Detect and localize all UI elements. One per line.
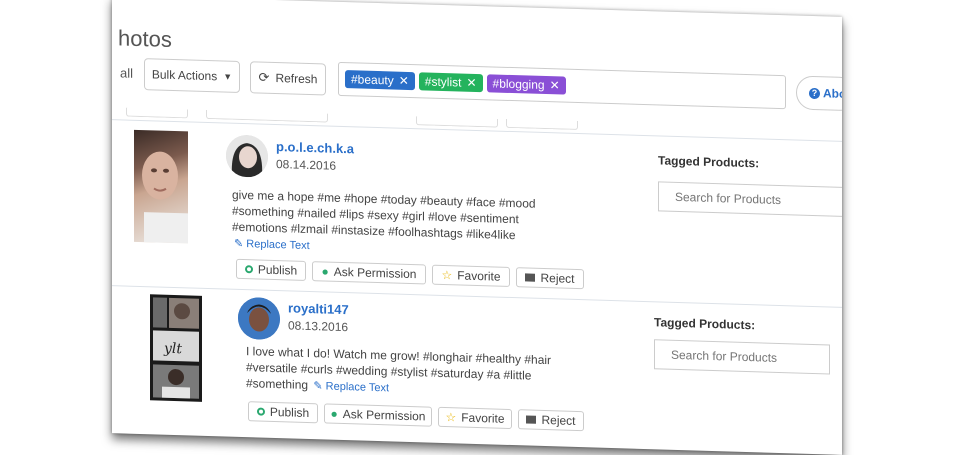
person-icon: ● <box>330 406 338 421</box>
user-avatar[interactable] <box>226 134 268 178</box>
archive-icon <box>526 415 537 424</box>
refresh-label: Refresh <box>275 71 318 87</box>
publish-icon <box>256 407 265 416</box>
publish-button[interactable]: Publish <box>248 401 318 424</box>
reject-label: Reject <box>541 412 576 428</box>
tag-chip-blogging[interactable]: #blogging ✕ <box>486 74 566 95</box>
tagged-products-label: Tagged Products: <box>658 153 760 171</box>
favorite-button[interactable]: ☆ Favorite <box>438 406 512 430</box>
caption-text: I love what I do! Watch me grow! #longha… <box>246 344 552 392</box>
remove-tag-icon[interactable]: ✕ <box>399 74 409 88</box>
photos-panel: hotos all Bulk Actions ▼ ⟳ Refresh #beau… <box>112 0 842 455</box>
avatar-image <box>226 134 268 178</box>
publish-label: Publish <box>257 262 298 278</box>
action-stub <box>206 109 328 123</box>
about-button[interactable]: ? Abo <box>796 75 842 112</box>
help-icon: ? <box>809 87 820 99</box>
replace-text-link[interactable]: ✎ Replace Text <box>234 238 310 252</box>
star-icon: ☆ <box>441 267 453 283</box>
refresh-button[interactable]: ⟳ Refresh <box>250 61 326 96</box>
bulk-actions-button[interactable]: Bulk Actions ▼ <box>144 58 240 93</box>
avatar-image <box>238 296 280 341</box>
post-caption: give me a hope #me #hope #today #beauty … <box>232 187 562 262</box>
ask-permission-label: Ask Permission <box>333 264 417 282</box>
ask-permission-button[interactable]: ● Ask Permission <box>312 261 426 285</box>
action-stub <box>126 107 188 119</box>
reject-button[interactable]: Reject <box>516 267 584 290</box>
favorite-label: Favorite <box>457 268 501 284</box>
tag-chip-beauty[interactable]: #beauty ✕ <box>345 70 415 91</box>
portrait-image <box>142 151 188 244</box>
publish-label: Publish <box>269 404 310 421</box>
caption-text: give me a hope #me #hope #today #beauty … <box>232 187 536 243</box>
about-label: Abo <box>823 86 842 101</box>
svg-text:ylt: ylt <box>163 341 182 358</box>
ask-permission-label: Ask Permission <box>342 407 426 424</box>
username-link[interactable]: p.o.l.e.ch.k.a <box>276 139 354 156</box>
page-title: hotos <box>118 25 172 52</box>
post-date: 08.14.2016 <box>276 157 337 173</box>
remove-tag-icon[interactable]: ✕ <box>466 76 476 90</box>
replace-text-label: Replace Text <box>325 380 390 395</box>
hashtag-filter-input[interactable]: #beauty ✕ #stylist ✕ #blogging ✕ <box>338 61 786 110</box>
tag-chip-stylist[interactable]: #stylist ✕ <box>418 72 483 93</box>
ask-permission-button[interactable]: ● Ask Permission <box>324 403 432 427</box>
filter-all-link[interactable]: all <box>120 65 133 80</box>
favorite-label: Favorite <box>461 410 505 426</box>
product-search-input[interactable] <box>654 339 830 375</box>
post-date: 08.13.2016 <box>288 318 349 335</box>
archive-icon <box>525 273 536 282</box>
remove-tag-icon[interactable]: ✕ <box>550 78 560 92</box>
publish-button[interactable]: Publish <box>236 258 306 281</box>
publish-icon <box>244 265 253 274</box>
post-caption: I love what I do! Watch me grow! #longha… <box>246 343 566 401</box>
action-stub <box>506 118 578 130</box>
bulk-actions-label: Bulk Actions <box>151 67 218 84</box>
replace-text-link[interactable]: ✎ Replace Text <box>313 380 389 394</box>
user-avatar[interactable] <box>238 296 280 341</box>
favorite-button[interactable]: ☆ Favorite <box>432 264 510 287</box>
tagged-products-label: Tagged Products: <box>654 315 756 333</box>
post-card: ylt royalti147 08.13.2016 I love what I … <box>112 285 842 455</box>
product-search-input[interactable] <box>658 181 842 218</box>
person-icon: ● <box>321 264 329 279</box>
username-link[interactable]: royalti147 <box>288 300 349 317</box>
tag-chip-label: #stylist <box>424 74 462 90</box>
tag-chip-label: #beauty <box>351 72 394 88</box>
caret-down-icon: ▼ <box>223 71 233 82</box>
collage-image: ylt <box>153 297 199 399</box>
reject-button[interactable]: Reject <box>518 409 584 432</box>
post-photo[interactable] <box>134 129 188 244</box>
replace-text-label: Replace Text <box>246 238 310 253</box>
refresh-icon: ⟳ <box>258 69 270 85</box>
reject-label: Reject <box>540 270 575 286</box>
action-stub <box>416 116 498 128</box>
post-photo[interactable]: ylt <box>150 294 202 402</box>
star-icon: ☆ <box>445 410 457 425</box>
tag-chip-label: #blogging <box>492 76 545 93</box>
post-card: p.o.l.e.ch.k.a 08.14.2016 give me a hope… <box>112 119 842 301</box>
